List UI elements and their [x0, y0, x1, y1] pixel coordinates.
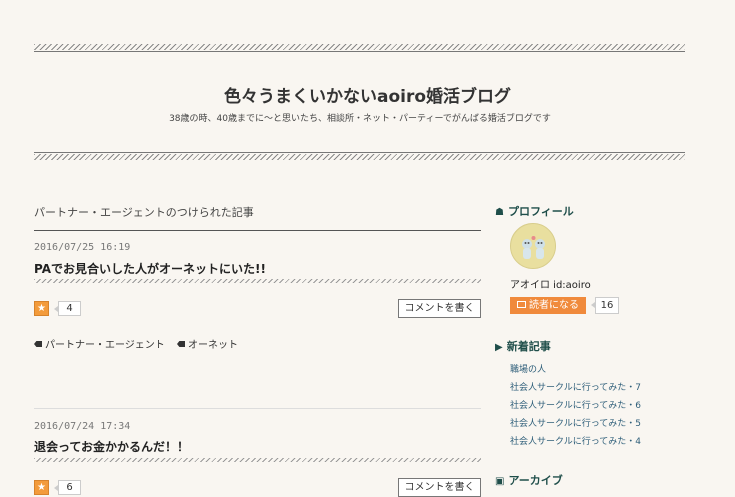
star-count[interactable]: 6: [54, 480, 81, 495]
recent-entry-link[interactable]: 社会人サークルに行ってみた・6: [510, 398, 641, 411]
avatar-illustration: [511, 224, 555, 268]
subscriber-count[interactable]: 16: [591, 297, 619, 314]
entry-title[interactable]: 退会ってお金かかるんだ！！: [34, 438, 189, 455]
header-top-rule: [34, 51, 685, 52]
star-icon: ★: [37, 303, 46, 314]
entry-title-underline: [34, 279, 481, 283]
subscribe-button[interactable]: 読者になる: [510, 297, 586, 314]
home-icon: ☗: [495, 207, 504, 218]
star-count[interactable]: 4: [54, 301, 81, 316]
archive-heading-label: アーカイブ: [508, 474, 563, 487]
recent-entry-link[interactable]: 社会人サークルに行ってみた・7: [510, 380, 641, 393]
category-heading: パートナー・エージェントのつけられた記事: [34, 206, 254, 219]
avatar[interactable]: [510, 223, 556, 269]
header-bottom-border: [34, 154, 685, 160]
add-star-button[interactable]: ★: [34, 301, 49, 316]
entry-date[interactable]: 2016/07/24 17:34: [34, 421, 130, 432]
recent-entries-heading: ▶ 新着記事: [495, 338, 551, 354]
entry-tags: パートナー・エージェント オーネット: [34, 336, 247, 351]
tag-label: パートナー・エージェント: [45, 340, 165, 351]
recent-entry-link[interactable]: 社会人サークルに行ってみた・4: [510, 434, 641, 447]
recent-entry-link[interactable]: 職場の人: [510, 362, 546, 375]
star-icon: ★: [37, 482, 46, 493]
profile-name[interactable]: アオイロ id:aoiro: [510, 276, 591, 291]
entry-date[interactable]: 2016/07/25 16:19: [34, 242, 130, 253]
book-icon: [517, 300, 526, 308]
flag-icon: ▶: [495, 342, 503, 353]
recent-entry-link[interactable]: 社会人サークルに行ってみた・5: [510, 416, 641, 429]
tag-label: オーネット: [188, 340, 238, 351]
tag-link[interactable]: パートナー・エージェント: [34, 336, 165, 351]
blog-description: 38歳の時、40歳までに〜と思いたち、相談所・ネット・パーティーでがんばる婚活ブ…: [169, 114, 551, 124]
calendar-icon: ▣: [495, 476, 505, 487]
header-bottom-rule: [34, 152, 685, 153]
entry-title-underline: [34, 458, 481, 462]
write-comment-button[interactable]: コメントを書く: [398, 299, 481, 318]
tag-link[interactable]: オーネット: [177, 336, 238, 351]
archive-heading: ▣ アーカイブ: [495, 472, 563, 488]
recent-entries-heading-label: 新着記事: [506, 340, 551, 353]
profile-heading: ☗ プロフィール: [495, 203, 574, 219]
add-star-button[interactable]: ★: [34, 480, 49, 495]
entry-separator: [34, 408, 481, 409]
write-comment-button[interactable]: コメントを書く: [398, 478, 481, 497]
blog-title[interactable]: 色々うまくいかないaoiro婚活ブログ: [0, 82, 735, 107]
tag-icon: [177, 341, 185, 347]
header-top-border: [34, 44, 685, 50]
category-divider: [34, 230, 481, 231]
subscribe-label: 読者になる: [529, 300, 579, 311]
entry-title[interactable]: PAでお見合いした人がオーネットにいた!!: [34, 260, 266, 277]
tag-icon: [34, 341, 42, 347]
profile-heading-label: プロフィール: [507, 205, 574, 218]
